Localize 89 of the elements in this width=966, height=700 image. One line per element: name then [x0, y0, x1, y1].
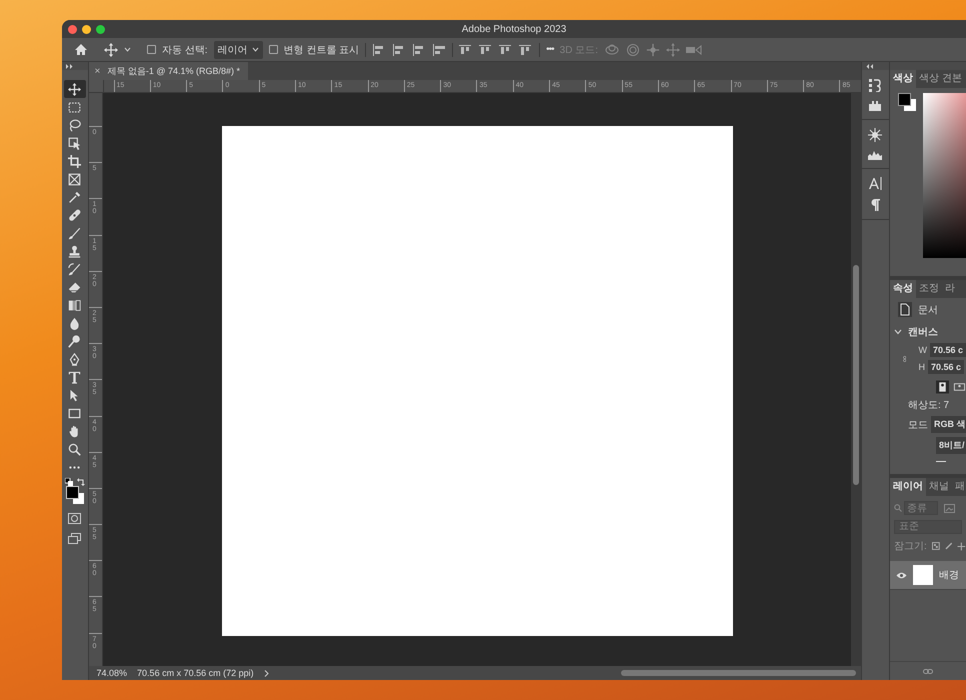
width-label: W: [918, 345, 927, 355]
dodge-icon: [68, 334, 82, 348]
align-icon[interactable]: [519, 44, 534, 56]
panel-tab[interactable]: 색상: [890, 70, 916, 88]
panel-tab[interactable]: 패: [952, 478, 966, 496]
pen-icon: [68, 352, 82, 366]
eraser-icon: [68, 280, 82, 294]
width-field[interactable]: 70.56 c: [930, 343, 966, 357]
vertical-scrollbar[interactable]: [850, 93, 861, 666]
layer-row[interactable]: 배경: [890, 561, 966, 590]
character-icon[interactable]: [868, 177, 882, 190]
panel-tab[interactable]: 색상 견본: [916, 70, 965, 88]
transform-controls-checkbox[interactable]: [268, 45, 278, 54]
resolution-label: 해상도: 7: [908, 399, 950, 412]
lock-pixels-icon[interactable]: [932, 542, 940, 550]
chevron-right-icon[interactable]: [264, 670, 269, 676]
layer-name: 배경: [939, 569, 959, 582]
collapse-icon[interactable]: [866, 64, 873, 68]
mode-dropdown[interactable]: RGB 색: [931, 416, 966, 433]
panel-tab[interactable]: 레이어: [890, 478, 926, 496]
section-title: 캔버스: [908, 326, 938, 339]
caret-icon[interactable]: [894, 329, 902, 335]
search-icon: [894, 504, 902, 512]
more-options-button[interactable]: •••: [546, 44, 554, 55]
history-brush-icon: [68, 262, 82, 276]
dashed-rectangle-icon: [68, 100, 82, 114]
window-title: Adobe Photoshop 2023: [462, 24, 566, 34]
align-icon[interactable]: [432, 44, 446, 56]
panel-tab[interactable]: 속성: [890, 280, 916, 298]
eye-icon[interactable]: [896, 572, 907, 578]
brush-icon: [68, 226, 82, 240]
mode-label: 모드: [908, 418, 928, 432]
zoom-level: 74.08%: [96, 668, 128, 678]
move-icon: [68, 82, 82, 96]
align-icon[interactable]: [479, 44, 494, 56]
quick-mask-icon[interactable]: [68, 513, 82, 524]
home-icon[interactable]: [74, 43, 88, 56]
link-layers-icon[interactable]: [923, 668, 933, 674]
document-tab[interactable]: × 제목 없음-1 @ 74.1% (RGB/8#) *: [88, 62, 248, 80]
layer-dropdown[interactable]: 레이어: [214, 40, 263, 58]
plugin-icon[interactable]: [869, 101, 882, 111]
panel-tab[interactable]: 조정: [916, 280, 942, 298]
sun-icon[interactable]: [868, 128, 882, 142]
height-field[interactable]: 70.56 c: [928, 360, 964, 374]
move-icon[interactable]: [957, 542, 966, 550]
brush-icon[interactable]: [944, 542, 952, 550]
levels-icon[interactable]: [868, 151, 882, 160]
stamp-icon: [68, 244, 82, 258]
bit-depth-dropdown[interactable]: 8비트/: [936, 437, 966, 454]
auto-select-checkbox[interactable]: [147, 45, 156, 54]
rectangle-icon: [68, 406, 82, 420]
eyedropper-icon: [68, 190, 82, 204]
panel-tab[interactable]: 채널: [926, 478, 952, 496]
color-field[interactable]: [923, 93, 966, 258]
zoom-button[interactable]: [96, 24, 105, 34]
color-swatches[interactable]: [898, 93, 916, 111]
document-size: 70.56 cm x 70.56 cm (72 ppi): [137, 668, 254, 678]
close-button[interactable]: [68, 24, 77, 34]
document-label: 문서: [918, 304, 938, 316]
portrait-icon[interactable]: [936, 380, 949, 394]
caret-icon[interactable]: [124, 47, 131, 52]
document-icon: [898, 302, 912, 317]
paragraph-icon[interactable]: [870, 199, 880, 211]
search-icon: [68, 442, 82, 456]
panel-tab[interactable]: 라: [942, 280, 958, 298]
swap-colors-icon[interactable]: [76, 478, 85, 486]
tool-button[interactable]: [64, 80, 86, 98]
minimize-button[interactable]: [82, 24, 91, 34]
history-icon[interactable]: [869, 78, 882, 92]
default-colors-icon[interactable]: [64, 478, 73, 486]
crop-icon: [68, 154, 82, 168]
color-swatches[interactable]: [66, 486, 84, 504]
crossed-box-icon: [68, 172, 82, 186]
align-icon[interactable]: [459, 44, 474, 56]
object-select-icon: [68, 136, 82, 150]
caret-icon[interactable]: [252, 47, 259, 52]
transform-controls-label: 변형 컨트롤 표시: [284, 44, 360, 56]
lasso-icon: [68, 118, 82, 132]
type-icon: [68, 370, 82, 384]
height-label: H: [918, 362, 925, 372]
align-icon[interactable]: [499, 44, 514, 56]
lock-label: 잠그기:: [894, 540, 927, 553]
expand-icon[interactable]: [66, 64, 73, 68]
layer-thumbnail: [913, 565, 933, 585]
screen-mode-icon[interactable]: [68, 533, 82, 544]
auto-select-label: 자동 선택:: [162, 44, 208, 56]
gradient-icon: [68, 298, 82, 312]
drop-icon: [68, 316, 82, 330]
layer-filter-field[interactable]: 종류: [904, 501, 938, 515]
